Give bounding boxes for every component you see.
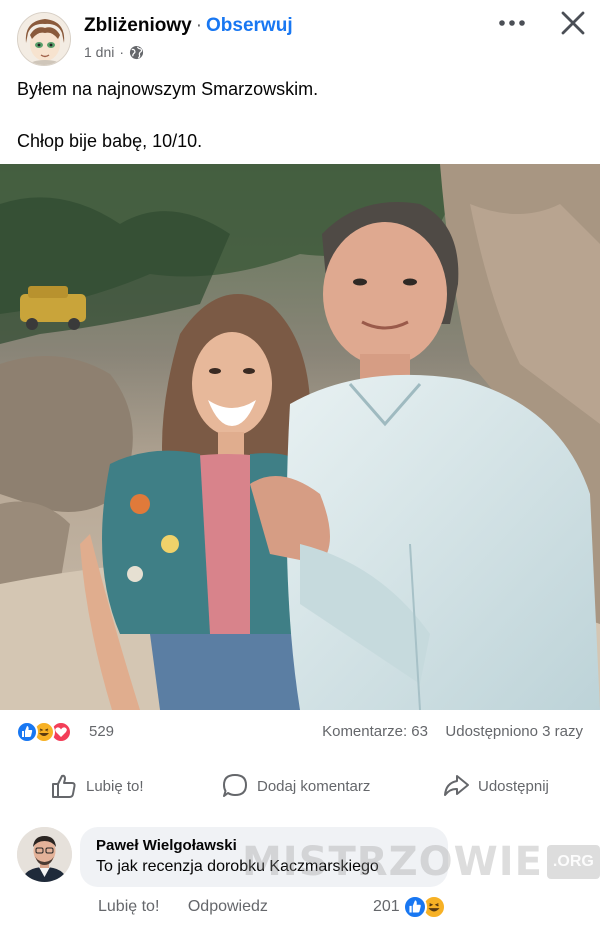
share-arrow-icon [442,772,470,800]
follow-button[interactable]: Obserwuj [206,15,293,36]
comments-count[interactable]: Komentarze: 63 [322,723,428,740]
comment-button-label: Dodaj komentarz [257,777,371,795]
reaction-count[interactable]: 529 [89,723,114,740]
like-button[interactable]: Lubię to! [50,768,144,804]
post-meta: 1 dni · [84,44,144,60]
comment-item: Paweł Wielgoławski To jak recenzja dorob… [0,820,600,925]
author-avatar[interactable] [17,12,71,66]
comment-reply-button[interactable]: Odpowiedz [188,898,268,915]
comment-button[interactable]: Dodaj komentarz [221,768,370,804]
author-line: Zbliżeniowy · Obserwuj [84,15,293,37]
comment-actions: Lubię to! Odpowiedz [98,898,268,916]
separator-dot: · [195,15,203,36]
commenter-avatar[interactable] [17,827,72,882]
comment-reactions[interactable]: 201 [373,895,449,919]
globe-icon [129,45,144,60]
like-reaction-icon [16,721,38,743]
author-name[interactable]: Zbliżeniowy [84,15,192,36]
comment-reaction-count: 201 [373,898,400,915]
post-action-bar: Lubię to! Dodaj komentarz Udostępnij [0,762,600,810]
meta-separator: · [119,44,125,60]
post-time[interactable]: 1 dni [84,44,114,60]
reaction-icons[interactable] [16,721,86,743]
post-text-line-1: Byłem na najnowszym Smarzowskim. [17,79,319,99]
comment-text: To jak recenzja dorobku Kaczmarskiego [96,858,379,875]
close-button[interactable] [558,8,588,38]
commenter-name[interactable]: Paweł Wielgoławski [96,837,432,854]
comment-bubble: Paweł Wielgoławski To jak recenzja dorob… [80,827,448,887]
comment-reaction-icons [402,895,449,919]
like-reaction-icon [402,895,427,919]
post-photo[interactable] [0,164,600,710]
share-button-label: Udostępnij [478,777,549,795]
reaction-summary-row: 529 Komentarze: 63 Udostępniono 3 razy [0,716,600,750]
share-button[interactable]: Udostępnij [442,768,549,804]
close-icon [561,11,585,35]
comment-bubble-icon [221,772,249,800]
more-options-button[interactable] [496,10,528,36]
like-button-label: Lubię to! [86,777,144,795]
post-header: Zbliżeniowy · Obserwuj 1 dni · [0,0,600,70]
thumbs-up-icon [50,772,78,800]
shares-count[interactable]: Udostępniono 3 razy [445,723,583,740]
post-text-line-2: Chłop bije babę, 10/10. [17,131,203,151]
comment-like-button[interactable]: Lubię to! [98,898,159,915]
more-horizontal-icon [499,20,525,26]
